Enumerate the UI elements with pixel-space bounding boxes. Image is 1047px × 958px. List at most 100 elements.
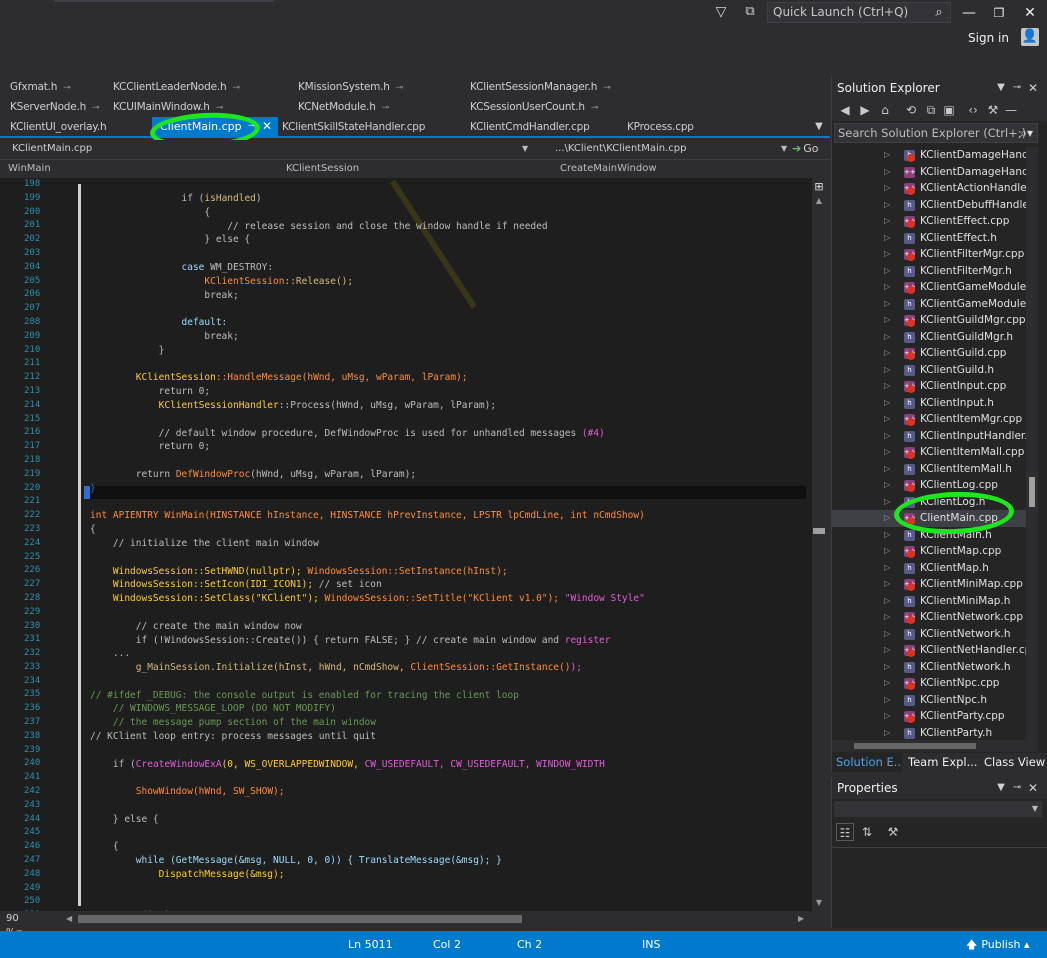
document-tab[interactable]: KCClientLeaderNode.h ⊸ bbox=[113, 77, 240, 97]
editor-vertical-scrollbar[interactable]: ⊞ ▲ ▼ bbox=[812, 178, 826, 911]
code-line[interactable]: return DefWindowProc(hWnd, uMsg, wParam,… bbox=[90, 468, 810, 482]
chevron-down-icon[interactable]: ▼ bbox=[994, 777, 1008, 799]
expand-arrow-icon[interactable]: ▷ bbox=[884, 246, 890, 263]
scroll-left-icon[interactable]: ◀ bbox=[66, 911, 76, 927]
expand-arrow-icon[interactable]: ▷ bbox=[884, 230, 890, 247]
tree-item[interactable]: ▷ ++ KClientGameModule.cpp bbox=[832, 279, 1026, 296]
code-line[interactable]: // #ifdef _DEBUG: the console output is … bbox=[90, 689, 810, 703]
document-tab[interactable]: KClientSessionManager.h ⊸ bbox=[470, 77, 611, 97]
document-tab[interactable]: KCSessionUserCount.h ⊸ bbox=[470, 97, 598, 117]
document-tab[interactable]: KProcess.cpp bbox=[627, 117, 694, 137]
scroll-down-icon[interactable]: ▼ bbox=[812, 898, 826, 910]
document-tab[interactable]: KServerNode.h ⊸ bbox=[10, 97, 99, 117]
properties-wrench-icon[interactable]: ⚒ bbox=[984, 101, 1002, 119]
back-icon[interactable]: ◀ bbox=[836, 101, 854, 119]
expand-arrow-icon[interactable]: ▷ bbox=[884, 428, 890, 445]
code-line[interactable]: } else { bbox=[90, 233, 810, 247]
tree-item[interactable]: ▷ h KClientDebuffHandler.h bbox=[832, 197, 1026, 214]
code-line[interactable] bbox=[90, 302, 810, 316]
history-icon[interactable]: ⟲ bbox=[902, 101, 920, 119]
outlining-margin[interactable] bbox=[78, 184, 81, 906]
code-line[interactable]: // create the main window now bbox=[90, 620, 810, 634]
property-pages-wrench-icon[interactable]: ⚒ bbox=[884, 823, 902, 841]
publish-button[interactable]: 🡅 Publish ▴ bbox=[966, 931, 1030, 958]
expand-arrow-icon[interactable]: ▷ bbox=[884, 263, 890, 280]
tree-item[interactable]: ▷ h KClientInputHandler.h bbox=[832, 428, 1026, 445]
expand-arrow-icon[interactable]: ▷ bbox=[884, 312, 890, 329]
scroll-right-icon[interactable]: ▶ bbox=[798, 911, 808, 927]
more-icon[interactable]: — bbox=[1002, 101, 1020, 119]
tree-item[interactable]: ▷ ++ KClientItemMgr.cpp bbox=[832, 411, 1026, 428]
expand-arrow-icon[interactable]: ▷ bbox=[884, 180, 890, 197]
chevron-down-icon[interactable]: ▼ bbox=[522, 140, 528, 158]
tree-item[interactable]: ▷ h KClientItemMall.h bbox=[832, 461, 1026, 478]
chevron-down-icon[interactable]: ▼ bbox=[994, 77, 1008, 99]
expand-arrow-icon[interactable]: ▷ bbox=[884, 708, 890, 725]
solution-explorer-horizontal-scrollbar[interactable] bbox=[832, 740, 1038, 752]
zoom-dropdown[interactable]: 90 %▼ bbox=[6, 912, 36, 938]
expand-arrow-icon[interactable]: ▷ bbox=[884, 692, 890, 709]
scope-dropdown[interactable]: ...\KClient\KClientMain.cpp bbox=[555, 140, 787, 158]
code-line[interactable] bbox=[90, 771, 810, 785]
pin-icon[interactable]: ⊸ bbox=[232, 83, 239, 93]
scrollbar-thumb[interactable] bbox=[1029, 477, 1035, 507]
notification-filter-icon[interactable]: ▽ bbox=[712, 4, 730, 20]
expand-arrow-icon[interactable]: ▷ bbox=[884, 147, 890, 164]
expand-arrow-icon[interactable]: ▷ bbox=[884, 296, 890, 313]
code-line[interactable]: g_MainSession.Initialize(hInst, hWnd, nC… bbox=[90, 661, 810, 675]
code-line[interactable]: if (isHandled) bbox=[90, 192, 810, 206]
code-line[interactable]: KClientSessionHandler::Process(hWnd, uMs… bbox=[90, 399, 810, 413]
code-line[interactable] bbox=[90, 413, 810, 427]
account-icon[interactable]: 👤 bbox=[1021, 28, 1039, 46]
scrollbar-thumb[interactable] bbox=[854, 743, 976, 749]
expand-arrow-icon[interactable]: ▷ bbox=[884, 378, 890, 395]
code-line[interactable]: case WM_DESTROY: bbox=[90, 261, 810, 275]
close-icon[interactable]: ✕ bbox=[1026, 777, 1040, 799]
tree-item[interactable]: ▷ h KClientGuild.h bbox=[832, 362, 1026, 379]
editor-horizontal-scrollbar[interactable]: 90 %▼ ◀ ▶ bbox=[0, 911, 826, 938]
tree-item[interactable]: ▷ ++ KClientInput.cpp bbox=[832, 378, 1026, 395]
code-line[interactable]: if (!WindowsSession::Create()) { return … bbox=[90, 634, 810, 648]
tree-item[interactable]: ▷ ++ KClientFilterMgr.cpp bbox=[832, 246, 1026, 263]
code-line[interactable]: } bbox=[90, 482, 810, 496]
code-line[interactable]: } bbox=[90, 344, 810, 358]
feedback-icon[interactable]: ⧉ bbox=[740, 4, 760, 20]
tree-item[interactable]: ▷ ++ KClientDamageHandler.cpp bbox=[832, 164, 1026, 181]
pin-icon[interactable]: ⊸ bbox=[63, 83, 70, 93]
tree-item[interactable]: ▷++KClientLog.cpp bbox=[832, 477, 1026, 494]
solution-explorer-vertical-scrollbar[interactable] bbox=[1026, 147, 1038, 742]
code-line[interactable] bbox=[90, 606, 810, 620]
code-line[interactable] bbox=[90, 358, 810, 372]
expand-arrow-icon[interactable]: ▷ bbox=[884, 725, 890, 742]
code-line[interactable]: // WINDOWS_MESSAGE_LOOP (DO NOT MODIFY) bbox=[90, 702, 810, 716]
expand-arrow-icon[interactable]: ▷ bbox=[884, 593, 890, 610]
code-line[interactable]: KClientSession::HandleMessage(hWnd, uMsg… bbox=[90, 371, 810, 385]
code-line[interactable] bbox=[90, 827, 810, 841]
code-line[interactable]: { bbox=[90, 523, 810, 537]
document-tab[interactable]: KClientSkillStateHandler.cpp bbox=[282, 117, 425, 137]
tree-item[interactable]: ▷ h KClientNetwork.h bbox=[832, 659, 1026, 676]
expand-arrow-icon[interactable]: ▷ bbox=[884, 659, 890, 676]
document-tab[interactable]: Gfxmat.h ⊸ bbox=[10, 77, 71, 97]
tree-item[interactable]: ▷ ++ KClientItemMall.cpp bbox=[832, 444, 1026, 461]
tree-item[interactable]: ▷ ++ KClientGuild.cpp bbox=[832, 345, 1026, 362]
code-line[interactable]: { bbox=[90, 840, 810, 854]
expand-arrow-icon[interactable]: ▷ bbox=[884, 164, 890, 181]
code-text[interactable]: if (isHandled) { // release session and … bbox=[90, 192, 810, 911]
close-icon[interactable]: ✕ bbox=[1026, 77, 1040, 99]
expand-arrow-icon[interactable]: ▷ bbox=[884, 444, 890, 461]
expand-arrow-icon[interactable]: ▷ bbox=[884, 345, 890, 362]
code-line[interactable]: // KClient loop entry: process messages … bbox=[90, 730, 810, 744]
expand-arrow-icon[interactable]: ▷ bbox=[884, 675, 890, 692]
code-line[interactable]: KClientSession::Release(); bbox=[90, 275, 810, 289]
code-line[interactable]: // initialize the client main window bbox=[90, 537, 810, 551]
code-line[interactable] bbox=[90, 882, 810, 896]
pin-icon[interactable]: ⊸ bbox=[216, 103, 223, 113]
tree-item[interactable]: ▷ h KClientMiniMap.h bbox=[832, 593, 1026, 610]
tree-item[interactable]: ▷ ++ KClientNetwork.cpp bbox=[832, 609, 1026, 626]
code-line[interactable] bbox=[90, 496, 810, 510]
pin-icon[interactable]: ⊸ bbox=[396, 83, 403, 93]
code-line[interactable]: ShowWindow(hWnd, SW_SHOW); bbox=[90, 785, 810, 799]
tree-item[interactable]: ▷ h KClientFilterMgr.h bbox=[832, 263, 1026, 280]
scroll-up-icon[interactable]: ▲ bbox=[812, 196, 826, 208]
